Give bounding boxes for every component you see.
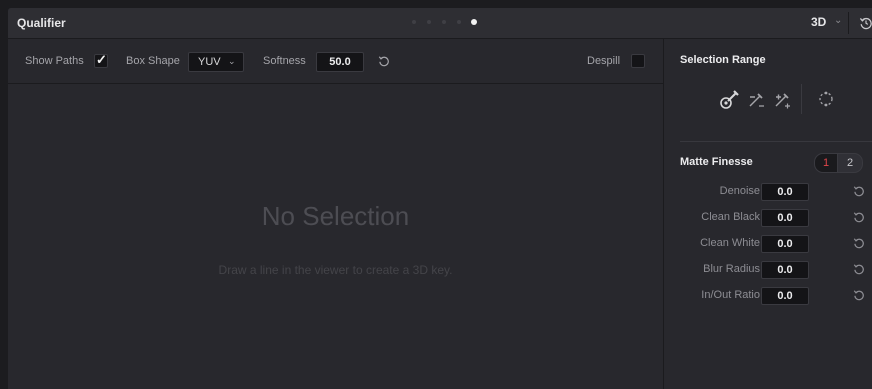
in-out-ratio-label: In/Out Ratio	[701, 289, 760, 301]
reset-icon[interactable]	[853, 237, 865, 249]
in-out-ratio-field[interactable]: 0.0	[761, 287, 809, 305]
chevron-down-icon[interactable]: ⌄	[834, 15, 842, 26]
matte-toggle-2[interactable]: 2	[837, 153, 863, 173]
denoise-field[interactable]: 0.0	[761, 183, 809, 201]
page-dot[interactable]	[457, 20, 461, 24]
empty-state-hint: Draw a line in the viewer to create a 3D…	[218, 263, 453, 277]
page-dot[interactable]	[442, 20, 446, 24]
clean-white-field[interactable]: 0.0	[761, 235, 809, 253]
picker-icon[interactable]	[719, 88, 741, 110]
divider	[801, 84, 802, 114]
panel-title: Qualifier	[17, 16, 66, 30]
page-dot[interactable]	[427, 20, 431, 24]
selection-range-title: Selection Range	[680, 54, 766, 66]
clean-black-field[interactable]: 0.0	[761, 209, 809, 227]
box-shape-value: YUV	[198, 56, 221, 68]
box-shape-select[interactable]: YUV ⌄	[188, 52, 244, 72]
box-shape-label: Box Shape	[126, 55, 180, 67]
controls-bar: Show Paths ✓ Box Shape YUV ⌄ Softness 50…	[8, 39, 663, 84]
reset-icon[interactable]	[853, 289, 865, 301]
page-dot[interactable]	[412, 20, 416, 24]
viewer-area: Show Paths ✓ Box Shape YUV ⌄ Softness 50…	[8, 39, 664, 389]
blur-radius-field[interactable]: 0.0	[761, 261, 809, 279]
clean-black-label: Clean Black	[701, 211, 760, 223]
despill-label: Despill	[587, 55, 621, 67]
softness-label: Softness	[263, 55, 306, 67]
mode-select[interactable]: 3D	[811, 15, 826, 29]
panel-header: Qualifier 3D ⌄	[8, 8, 872, 39]
reset-icon[interactable]	[853, 185, 865, 197]
checkmark-icon: ✓	[96, 52, 107, 67]
blur-radius-label: Blur Radius	[703, 263, 760, 275]
side-panel: Selection Range Matte Finesse 1 2 Denois…	[664, 39, 872, 389]
reset-icon[interactable]	[378, 55, 390, 67]
empty-state-title: No Selection	[261, 201, 410, 231]
divider	[848, 12, 849, 34]
clean-white-label: Clean White	[700, 237, 760, 249]
divider	[680, 141, 872, 142]
picker-plus-icon[interactable]	[772, 88, 794, 110]
picker-minus-icon[interactable]	[746, 88, 768, 110]
reset-icon[interactable]	[853, 211, 865, 223]
reset-icon[interactable]	[853, 263, 865, 275]
reset-all-icon[interactable]	[859, 16, 872, 30]
show-paths-label: Show Paths	[25, 55, 84, 67]
page-dot-active[interactable]	[471, 19, 477, 25]
matte-finesse-title: Matte Finesse	[680, 156, 753, 168]
qualifier-panel: Qualifier 3D ⌄ Show Paths ✓ Box Shape YU…	[8, 8, 872, 389]
chevron-down-icon: ⌄	[228, 56, 236, 66]
matte-toggle-1[interactable]: 1	[814, 153, 838, 173]
softness-field[interactable]: 50.0	[316, 52, 364, 72]
despill-checkbox[interactable]	[631, 54, 645, 68]
feather-icon[interactable]	[815, 88, 837, 110]
show-paths-checkbox[interactable]: ✓	[94, 52, 108, 68]
viewer-canvas[interactable]: No Selection Draw a line in the viewer t…	[8, 84, 663, 389]
denoise-label: Denoise	[719, 185, 760, 197]
